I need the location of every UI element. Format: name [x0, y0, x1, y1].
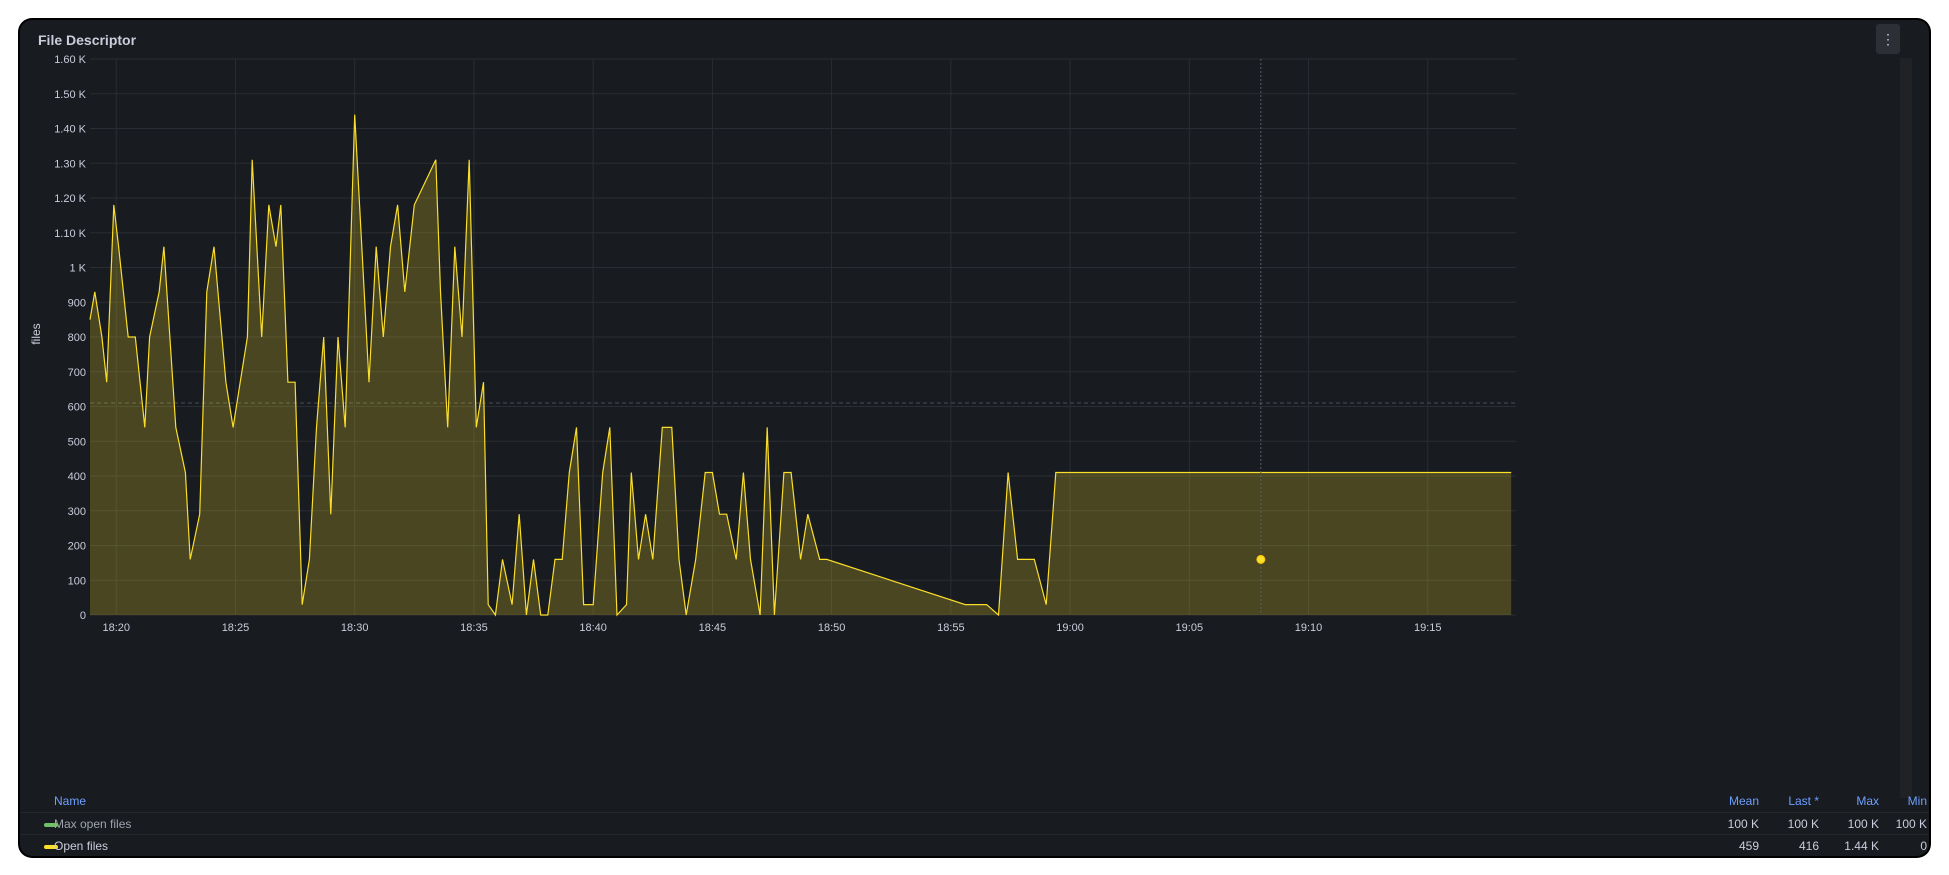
y-tick-label: 300 — [68, 506, 86, 518]
legend-last: 416 — [1798, 839, 1819, 853]
legend-label: Open files — [54, 839, 109, 853]
y-tick-label: 0 — [80, 610, 86, 622]
x-tick-label: 19:15 — [1414, 622, 1442, 634]
legend: Name Mean Last * Max Min Max open files … — [20, 790, 1929, 856]
x-tick-label: 18:50 — [818, 622, 846, 634]
x-tick-label: 18:25 — [222, 622, 250, 634]
x-tick-label: 18:40 — [579, 622, 607, 634]
y-axis-label: files — [29, 323, 43, 344]
x-tick-label: 18:30 — [341, 622, 369, 634]
x-tick-label: 18:55 — [937, 622, 965, 634]
legend-row-max-open-files[interactable]: Max open files 100 K 100 K 100 K 100 K — [20, 812, 1929, 835]
legend-header-max[interactable]: Max — [1819, 794, 1879, 808]
y-tick-label: 1.40 K — [54, 124, 86, 136]
legend-header-name[interactable]: Name — [54, 794, 86, 808]
legend-header-last[interactable]: Last * — [1759, 794, 1819, 808]
legend-header-min[interactable]: Min — [1879, 794, 1927, 808]
y-tick-label: 1.10 K — [54, 228, 86, 240]
y-tick-label: 1 K — [69, 263, 86, 275]
x-tick-label: 19:05 — [1176, 622, 1204, 634]
y-tick-label: 700 — [68, 367, 86, 379]
x-tick-label: 18:45 — [699, 622, 727, 634]
y-tick-label: 200 — [68, 541, 86, 553]
legend-min: 100 K — [1895, 817, 1927, 831]
legend-row-open-files[interactable]: Open files 459 416 1.44 K 0 — [20, 834, 1929, 856]
window-frame: File Descriptor ⋮ 0 100 200 300 400 500 600 700… — [18, 18, 1931, 858]
panel: File Descriptor ⋮ 0 100 200 300 400 500 600 700… — [20, 20, 1929, 856]
legend-last: 100 K — [1787, 817, 1819, 831]
x-tick-label: 19:00 — [1056, 622, 1084, 634]
series-area-open-files — [90, 114, 1512, 615]
legend-mean: 100 K — [1727, 817, 1759, 831]
legend-min: 0 — [1920, 839, 1927, 853]
y-tick-label: 100 — [68, 575, 86, 587]
x-axis-ticks: 18:20 18:25 18:30 18:35 18:40 18:45 18:50 18:55… — [102, 622, 1441, 634]
y-tick-label: 1.30 K — [54, 158, 86, 170]
x-tick-label: 19:10 — [1295, 622, 1323, 634]
y-tick-label: 800 — [68, 332, 86, 344]
legend-label: Max open files — [54, 817, 132, 831]
y-tick-label: 1.60 K — [54, 54, 86, 66]
y-tick-label: 600 — [68, 402, 86, 414]
y-axis-ticks: 0 100 200 300 400 500 600 700 800 900 1 K 1.10 K 1.2… — [54, 54, 86, 622]
chart: 0 100 200 300 400 500 600 700 800 900 1 K 1.10 K 1.2… — [29, 54, 1516, 634]
x-tick-label: 18:20 — [102, 622, 130, 634]
legend-header-mean[interactable]: Mean — [1699, 794, 1759, 808]
x-tick-label: 18:35 — [460, 622, 488, 634]
y-tick-label: 400 — [68, 471, 86, 483]
y-tick-label: 500 — [68, 436, 86, 448]
legend-mean: 459 — [1738, 839, 1759, 853]
legend-max: 1.44 K — [1844, 839, 1879, 853]
y-tick-label: 1.20 K — [54, 193, 86, 205]
y-tick-label: 900 — [68, 297, 86, 309]
legend-header: Name Mean Last * Max Min — [20, 790, 1929, 812]
y-tick-label: 1.50 K — [54, 89, 86, 101]
legend-max: 100 K — [1847, 817, 1879, 831]
hover-point — [1256, 554, 1266, 564]
